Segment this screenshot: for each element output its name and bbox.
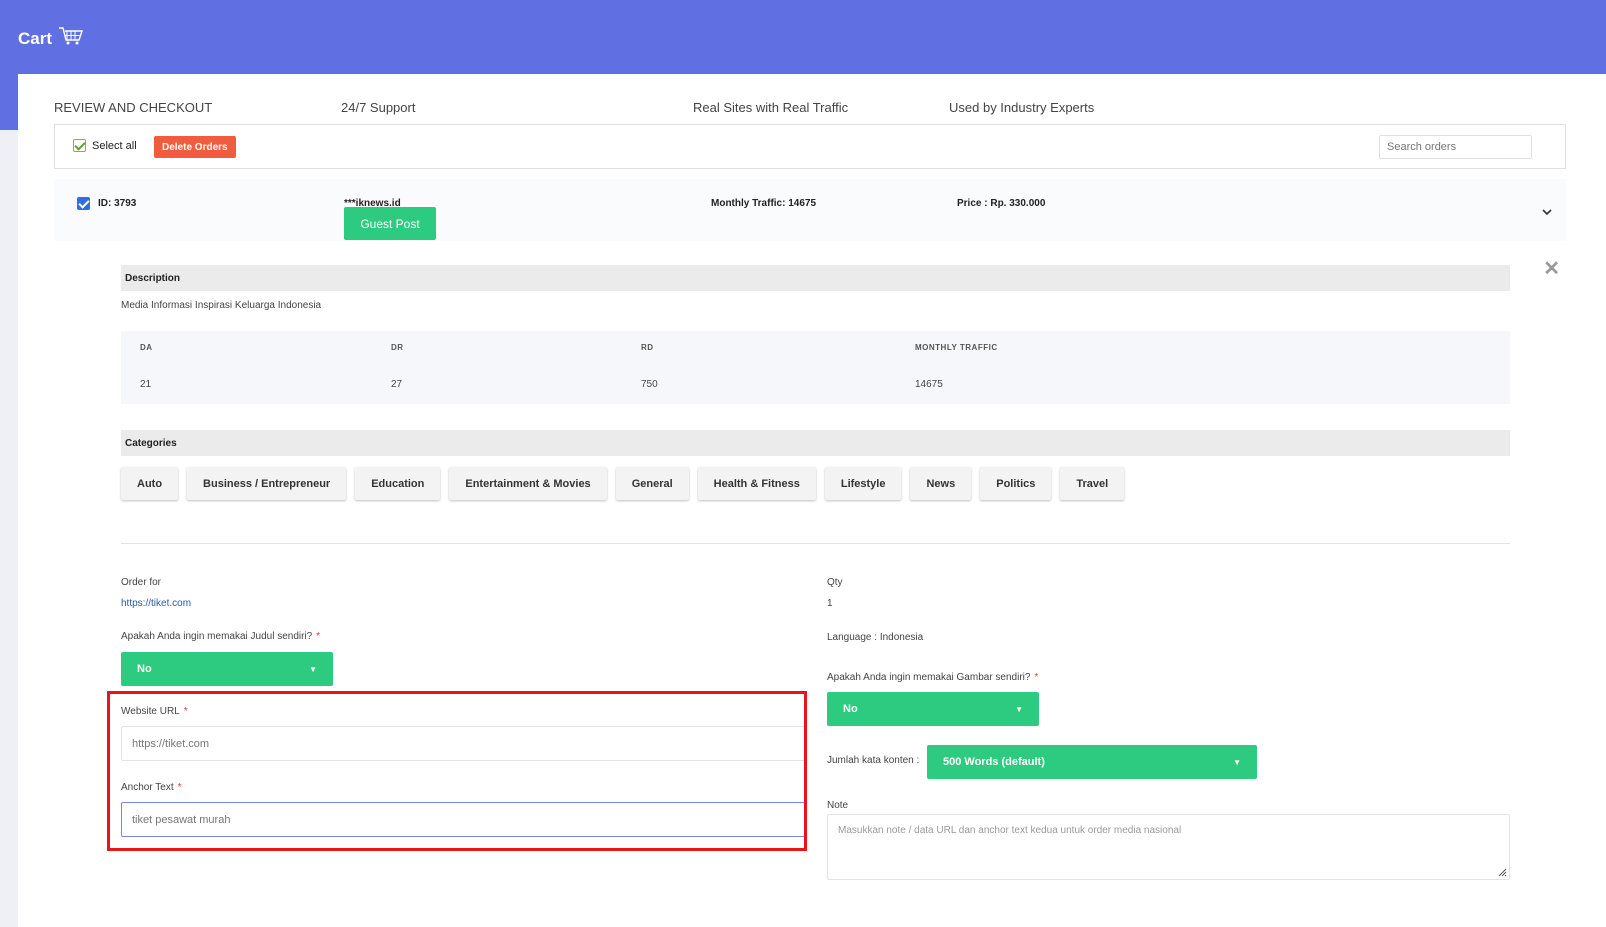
dr-value: 27 (391, 379, 403, 390)
qty-label: Qty (827, 577, 843, 588)
real-sites-label: Real Sites with Real Traffic (693, 100, 849, 115)
select-all-checkbox[interactable] (73, 139, 86, 152)
close-icon[interactable]: ✕ (1543, 256, 1560, 281)
dr-header: DR (391, 343, 404, 352)
note-textarea[interactable]: Masukkan note / data URL dan anchor text… (827, 814, 1510, 880)
description-text: Media Informasi Inspirasi Keluarga Indon… (121, 300, 322, 311)
order-price: Price : Rp. 330.000 (957, 198, 1046, 209)
anchor-text-input[interactable]: tiket pesawat murah (121, 802, 805, 837)
category-tag[interactable]: Lifestyle (824, 467, 902, 500)
category-tag[interactable]: Politics (980, 467, 1052, 500)
checkout-card: REVIEW AND CHECKOUT 24/7 Support Real Si… (18, 74, 1606, 927)
cart-icon (58, 26, 84, 51)
select-all[interactable]: Select all (73, 139, 137, 152)
anchor-text-label: Anchor Text * (121, 782, 182, 793)
category-tag[interactable]: Entertainment & Movies (449, 467, 607, 500)
da-value: 21 (140, 379, 152, 390)
category-tag[interactable]: Business / Entrepreneur (187, 467, 347, 500)
gambar-select[interactable]: No ▼ (827, 692, 1039, 726)
language-info: Language : Indonesia (827, 632, 924, 643)
gambar-label: Apakah Anda ingin memakai Gambar sendiri… (827, 672, 1039, 683)
caret-down-icon: ▼ (309, 664, 317, 674)
qty-value: 1 (827, 598, 833, 609)
order-for-label: Order for (121, 577, 162, 588)
divider (121, 543, 1510, 544)
jumlah-kata-select[interactable]: 500 Words (default) ▼ (927, 745, 1257, 779)
category-tag[interactable]: Education (355, 467, 441, 500)
page-title: Cart (18, 26, 84, 51)
rd-value: 750 (641, 379, 658, 390)
guest-post-button[interactable]: Guest Post (344, 207, 436, 240)
da-header: DA (140, 343, 153, 352)
orders-toolbar: Select all Delete Orders (54, 124, 1566, 169)
chevron-down-icon[interactable] (1542, 205, 1552, 219)
category-tag[interactable]: Auto (121, 467, 179, 500)
caret-down-icon: ▼ (1233, 757, 1241, 767)
website-url-label: Website URL * (121, 706, 188, 717)
delete-orders-button[interactable]: Delete Orders (154, 136, 236, 158)
judul-label: Apakah Anda ingin memakai Judul sendiri?… (121, 631, 321, 642)
metrics-table: DA DR RD MONTHLY TRAFFIC 21 27 750 14675 (121, 331, 1510, 404)
category-list: Auto Business / Entrepreneur Education E… (121, 467, 1125, 500)
monthly-traffic-header: MONTHLY TRAFFIC (915, 343, 998, 352)
order-traffic: Monthly Traffic: 14675 (711, 198, 817, 209)
search-orders-input[interactable] (1379, 135, 1532, 159)
support-label: 24/7 Support (341, 100, 416, 115)
order-checkbox[interactable] (77, 197, 90, 210)
category-tag[interactable]: Travel (1060, 467, 1125, 500)
category-tag[interactable]: Health & Fitness (697, 467, 816, 500)
order-for-link[interactable]: https://tiket.com (121, 598, 191, 609)
judul-select[interactable]: No ▼ (121, 652, 333, 686)
category-tag[interactable]: News (910, 467, 972, 500)
review-checkout-label: REVIEW AND CHECKOUT (54, 100, 213, 115)
category-tag[interactable]: General (615, 467, 689, 500)
rd-header: RD (641, 343, 654, 352)
order-row[interactable]: ID: 3793 ***iknews.id Monthly Traffic: 1… (54, 179, 1566, 241)
feature-nav: REVIEW AND CHECKOUT 24/7 Support Real Si… (54, 100, 1594, 120)
description-heading: Description (121, 265, 1510, 291)
monthly-traffic-value: 14675 (915, 379, 943, 390)
jumlah-kata-label: Jumlah kata konten : (827, 755, 920, 766)
experts-label: Used by Industry Experts (949, 100, 1095, 115)
order-id: ID: 3793 (98, 198, 137, 209)
categories-heading: Categories (121, 430, 1510, 456)
resize-handle-icon[interactable] (1497, 867, 1507, 877)
website-url-input[interactable]: https://tiket.com (121, 726, 805, 761)
note-label: Note (827, 800, 849, 811)
caret-down-icon: ▼ (1015, 704, 1023, 714)
